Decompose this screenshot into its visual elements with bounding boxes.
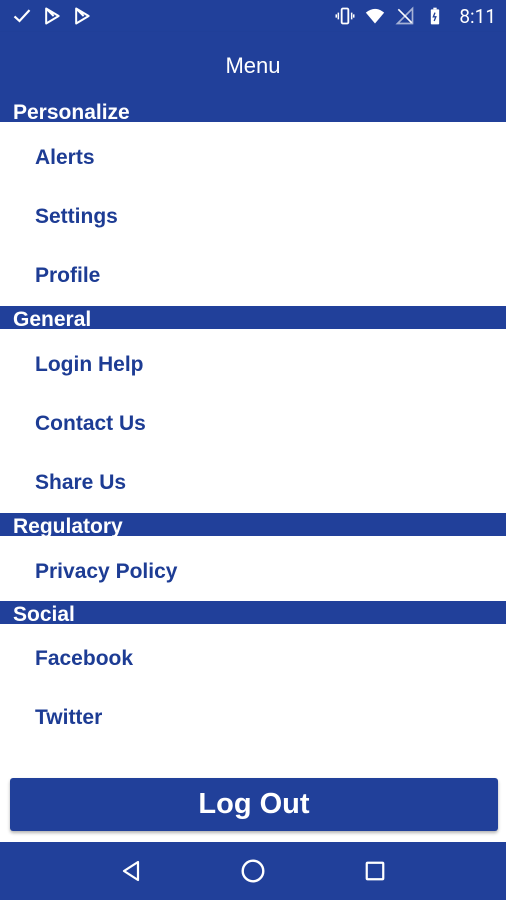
menu-item-twitter[interactable]: Twitter [0, 688, 506, 747]
menu-item-label: Contact Us [35, 411, 146, 435]
app-bar: Menu [0, 32, 506, 99]
status-left-icons [12, 6, 92, 26]
play-store-icon [75, 7, 90, 25]
menu-item-label: Profile [35, 263, 101, 287]
menu-item-alerts[interactable]: Alerts [0, 128, 506, 187]
back-icon [122, 860, 140, 882]
menu-item-contact-us[interactable]: Contact Us [0, 394, 506, 453]
home-icon [241, 859, 265, 883]
menu-item-login-help[interactable]: Login Help [0, 335, 506, 394]
menu-item-privacy-policy[interactable]: Privacy Policy [0, 542, 506, 601]
section-header-general: General [0, 306, 506, 332]
no-signal-icon [395, 6, 414, 25]
menu-item-label: Share Us [35, 470, 127, 494]
menu-item-settings[interactable]: Settings [0, 187, 506, 246]
logout-button[interactable]: Log Out [10, 778, 498, 831]
section-title: Regulatory [13, 515, 123, 538]
recents-icon [365, 861, 385, 881]
section-title: Social [13, 603, 75, 626]
status-right-icons: 8:11 [335, 5, 496, 28]
vibrate-icon [335, 7, 355, 25]
menu-item-share-us[interactable]: Share Us [0, 453, 506, 512]
menu-item-label: Alerts [35, 145, 95, 169]
play-store-icon [45, 7, 60, 25]
status-bar: 8:11 [0, 0, 506, 32]
menu-item-label: Facebook [35, 646, 134, 670]
section-header-social: Social [0, 601, 506, 627]
home-button[interactable] [233, 851, 273, 891]
section-header-regulatory: Regulatory [0, 513, 506, 539]
status-time: 8:11 [459, 4, 496, 28]
section-header-personalize: Personalize [0, 99, 506, 125]
wifi-icon [366, 8, 385, 24]
menu-item-label: Twitter [35, 705, 103, 729]
menu-item-profile[interactable]: Profile [0, 246, 506, 305]
section-title: General [13, 308, 92, 331]
back-button[interactable] [111, 851, 151, 891]
system-nav-bar [0, 842, 506, 900]
battery-icon [431, 7, 440, 25]
menu-item-label: Settings [35, 204, 118, 228]
logout-button-label: Log Out [198, 788, 310, 820]
check-icon [13, 9, 31, 23]
page-title: Menu [225, 52, 281, 78]
menu-item-facebook[interactable]: Facebook [0, 629, 506, 688]
section-title: Personalize [13, 101, 130, 124]
menu-item-label: Login Help [35, 352, 144, 376]
menu-item-label: Privacy Policy [35, 559, 178, 583]
recents-button[interactable] [355, 851, 395, 891]
